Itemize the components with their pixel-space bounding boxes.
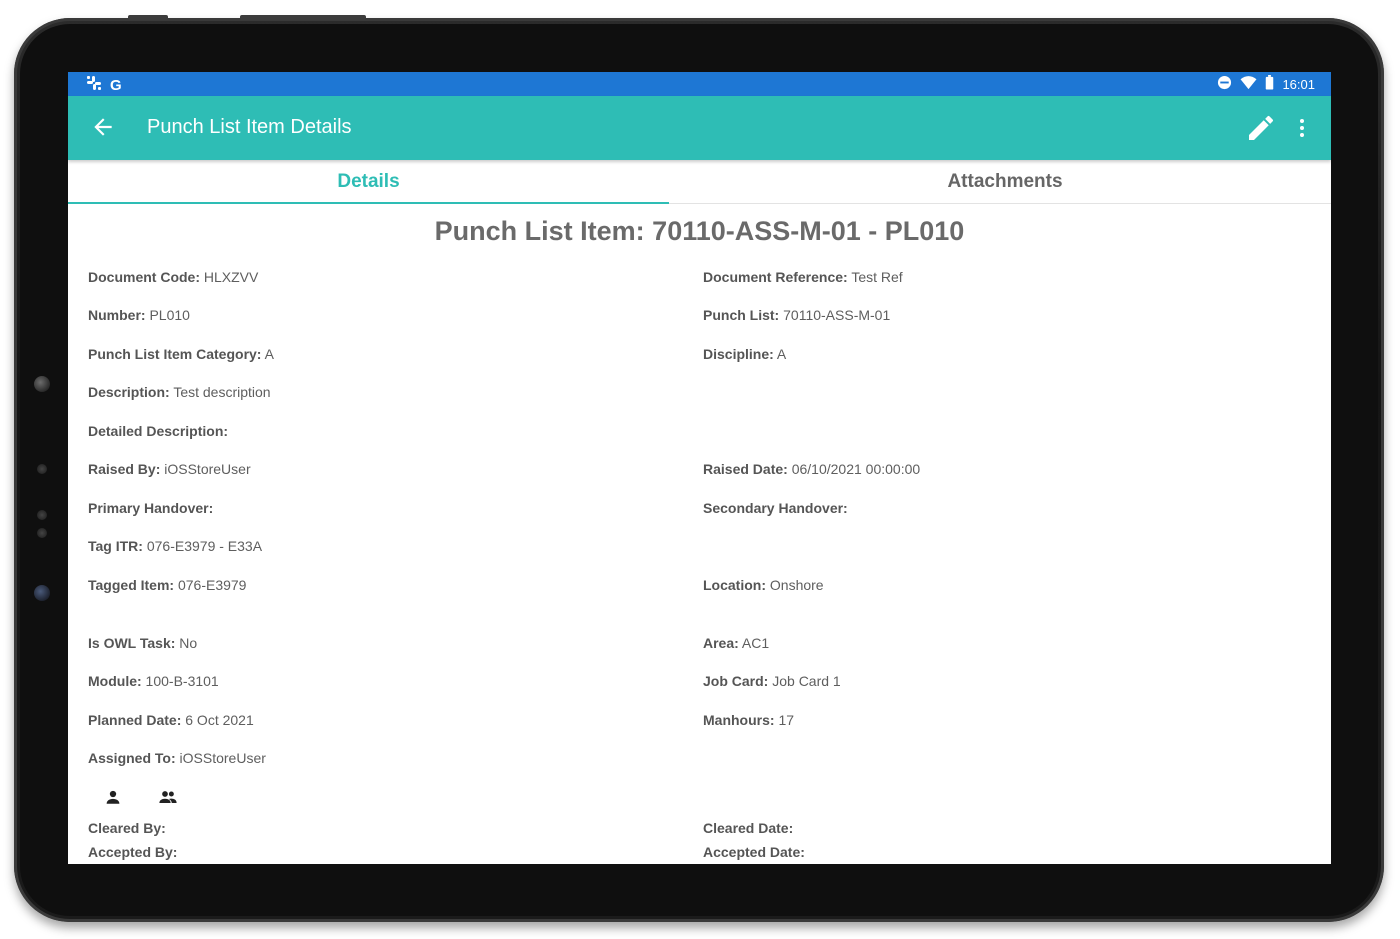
app-bar: Punch List Item Details [68,96,1331,160]
field-label: Tag ITR: [88,538,143,554]
field-is-owl-task: Is OWL Task: No [88,635,197,651]
app-screen: G 16:01 Punch List Item Details Details … [68,72,1331,864]
pencil-icon[interactable] [1245,112,1277,144]
field-label: Detailed Description: [88,423,229,439]
field-description: Description: Test description [88,384,271,400]
field-area: Area: AC1 [703,635,769,651]
field-category: Punch List Item Category: A [88,346,274,362]
field-value: HLXZVV [200,269,259,285]
field-label: Assigned To: [88,750,176,766]
group-icon[interactable] [158,788,178,806]
item-heading: Punch List Item: 70110-ASS-M-01 - PL010 [434,216,965,246]
field-value: 076-E3979 - E33A [142,538,263,554]
arrow-left-icon[interactable] [90,114,116,140]
field-value: Test description [169,384,271,400]
field-label: Primary Handover: [88,500,214,516]
status-bar: G 16:01 [68,72,1331,96]
field-value: 06/10/2021 00:00:00 [787,461,921,477]
field-document-reference: Document Reference: Test Ref [703,269,903,285]
camera-dot [34,376,50,392]
field-value: 076-E3979 [174,577,247,593]
field-label: Cleared By: [88,820,166,836]
power-button [240,15,366,20]
slack-icon [86,75,102,96]
page-title: Punch List Item Details [147,116,352,138]
battery-icon [1265,75,1274,93]
field-label: Location: [703,577,766,593]
field-label: Cleared Date: [703,820,794,836]
field-label: Punch List: [703,307,780,323]
more-vert-icon[interactable] [1293,116,1311,140]
field-value: No [175,635,198,651]
field-manhours: Manhours: 17 [703,712,794,728]
field-number: Number: PL010 [88,307,190,323]
google-icon: G [110,76,122,94]
field-label: Accepted By: [88,844,178,860]
field-planned-date: Planned Date: 6 Oct 2021 [88,712,254,728]
field-label: Raised Date: [703,461,788,477]
field-cleared-date: Cleared Date: [703,820,793,836]
tab-details[interactable]: Details [68,162,669,204]
front-camera-dot [34,585,50,601]
field-module: Module: 100-B-3101 [88,673,219,689]
field-value: A [773,346,787,362]
sensor-dot [37,510,47,520]
field-label: Module: [88,673,142,689]
field-tagged-item: Tagged Item: 076-E3979 [88,577,246,593]
field-value: Job Card 1 [768,673,841,689]
field-secondary-handover: Secondary Handover: [703,500,848,516]
field-value: AC1 [738,635,770,651]
person-icon[interactable] [104,788,122,806]
field-label: Punch List Item Category: [88,346,262,362]
field-label: Document Code: [88,269,200,285]
field-detailed-description: Detailed Description: [88,423,228,439]
field-label: Document Reference: [703,269,848,285]
field-punch-list: Punch List: 70110-ASS-M-01 [703,307,890,323]
field-assigned-to: Assigned To: iOSStoreUser [88,750,266,766]
field-value: 17 [774,712,795,728]
tab-attachments[interactable]: Attachments [669,162,1331,203]
field-location: Location: Onshore [703,577,824,593]
field-label: Description: [88,384,170,400]
field-accepted-by: Accepted By: [88,844,177,860]
field-job-card: Job Card: Job Card 1 [703,673,841,689]
field-value: A [261,346,274,362]
field-value: 70110-ASS-M-01 [779,307,891,323]
field-label: Number: [88,307,146,323]
field-value: PL010 [145,307,190,323]
field-raised-by: Raised By: iOSStoreUser [88,461,251,477]
field-label: Planned Date: [88,712,182,728]
field-value: 100-B-3101 [141,673,219,689]
field-value: iOSStoreUser [175,750,266,766]
field-label: Raised By: [88,461,161,477]
clock-time: 16:01 [1282,76,1315,92]
field-label: Accepted Date: [703,844,805,860]
sensor-dot [37,464,47,474]
field-tag-itr: Tag ITR: 076-E3979 - E33A [88,538,262,554]
field-raised-date: Raised Date: 06/10/2021 00:00:00 [703,461,920,477]
field-value: iOSStoreUser [160,461,251,477]
do-not-disturb-icon [1217,75,1232,93]
field-label: Tagged Item: [88,577,175,593]
field-document-code: Document Code: HLXZVV [88,269,258,285]
wifi-icon [1240,75,1257,93]
field-value: Test Ref [847,269,903,285]
field-label: Manhours: [703,712,775,728]
field-label: Is OWL Task: [88,635,176,651]
field-value: Onshore [766,577,824,593]
field-value: 6 Oct 2021 [181,712,254,728]
field-label: Secondary Handover: [703,500,848,516]
field-primary-handover: Primary Handover: [88,500,213,516]
sensor-dot [37,528,47,538]
field-cleared-by: Cleared By: [88,820,166,836]
volume-button [128,15,168,20]
field-label: Discipline: [703,346,774,362]
field-accepted-date: Accepted Date: [703,844,805,860]
field-label: Area: [703,635,739,651]
field-discipline: Discipline: A [703,346,786,362]
tab-bar: Details Attachments [68,162,1331,204]
field-label: Job Card: [703,673,769,689]
